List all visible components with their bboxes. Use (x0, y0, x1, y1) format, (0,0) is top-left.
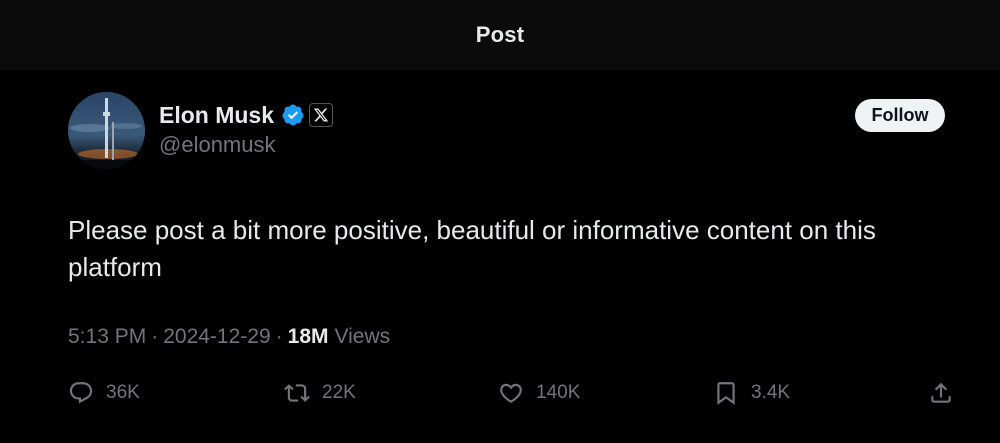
repost-icon (284, 384, 310, 402)
avatar-image (68, 92, 145, 169)
page-title: Post (475, 22, 525, 47)
top-bar: Post (0, 0, 1000, 70)
verified-badge-icon[interactable] (281, 103, 305, 127)
repost-button[interactable]: 22K (284, 372, 356, 414)
author-name[interactable]: Elon Musk (159, 102, 274, 129)
post-text: Please post a bit more positive, beautif… (68, 215, 876, 282)
author-handle[interactable]: @elonmusk (159, 132, 276, 158)
action-bar: 36K 22K 140K 3.4K (0, 372, 1000, 414)
post-time[interactable]: 5:13 PM (68, 325, 146, 349)
views-count: 18M (287, 325, 329, 348)
like-count: 140K (536, 382, 581, 403)
like-button[interactable]: 140K (498, 372, 580, 414)
bookmark-button[interactable]: 3.4K (713, 372, 790, 414)
like-icon (500, 383, 522, 403)
reply-button[interactable]: 36K (68, 372, 140, 414)
avatar[interactable] (68, 92, 145, 169)
repost-count: 22K (322, 382, 356, 403)
author-name-row: Elon Musk (159, 100, 334, 130)
post-metadata: 5:13 PM · 2024-12-29 · 18M Views (68, 325, 390, 349)
reply-icon (69, 382, 93, 404)
share-icon (931, 382, 951, 403)
meta-separator: · (275, 325, 283, 348)
views-label: Views (334, 325, 391, 348)
reply-count: 36K (106, 382, 140, 403)
x-logo-icon (309, 103, 334, 127)
post-date[interactable]: 2024-12-29 (163, 325, 270, 349)
share-button[interactable] (928, 372, 954, 414)
bookmark-icon (717, 382, 735, 405)
follow-button[interactable]: Follow (855, 99, 945, 132)
bookmark-count: 3.4K (751, 382, 791, 403)
meta-separator: · (151, 325, 159, 348)
